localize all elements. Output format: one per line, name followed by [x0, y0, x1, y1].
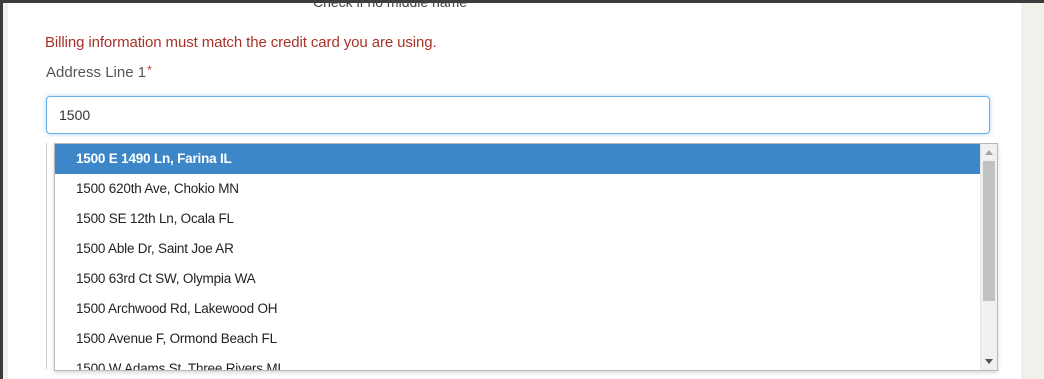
- address-suggestions-dropdown[interactable]: 1500 E 1490 Ln, Farina IL 1500 620th Ave,…: [54, 143, 998, 371]
- billing-notice: Billing information must match the credi…: [45, 34, 437, 51]
- hidden-field-edge: [46, 143, 47, 369]
- middle-name-checkbox-label[interactable]: Check if no middle name: [313, 0, 467, 10]
- suggestion-option[interactable]: 1500 620th Ave, Chokio MN: [55, 174, 980, 204]
- suggestion-option[interactable]: 1500 Avenue F, Ormond Beach FL: [55, 324, 980, 354]
- suggestion-option[interactable]: 1500 Archwood Rd, Lakewood OH: [55, 294, 980, 324]
- required-marker: *: [147, 63, 152, 77]
- window-left-border: [0, 0, 3, 379]
- scroll-down-arrow-icon[interactable]: [985, 359, 993, 364]
- scrollbar-thumb[interactable]: [983, 161, 995, 301]
- suggestion-option[interactable]: 1500 W Adams St, Three Rivers MI: [55, 354, 980, 370]
- scroll-up-arrow-icon[interactable]: [985, 150, 993, 155]
- dropdown-scrollbar[interactable]: [980, 144, 997, 370]
- suggestion-option[interactable]: 1500 SE 12th Ln, Ocala FL: [55, 204, 980, 234]
- suggestion-option[interactable]: 1500 63rd Ct SW, Olympia WA: [55, 264, 980, 294]
- address-line-1-label: Address Line 1*: [46, 63, 152, 81]
- billing-form-card: Check if no middle name Billing informat…: [8, 0, 1021, 379]
- address-line-1-label-text: Address Line 1: [46, 64, 147, 81]
- suggestion-option[interactable]: 1500 Able Dr, Saint Joe AR: [55, 234, 980, 264]
- address-line-1-input[interactable]: [46, 96, 990, 134]
- suggestion-option[interactable]: 1500 E 1490 Ln, Farina IL: [55, 144, 980, 174]
